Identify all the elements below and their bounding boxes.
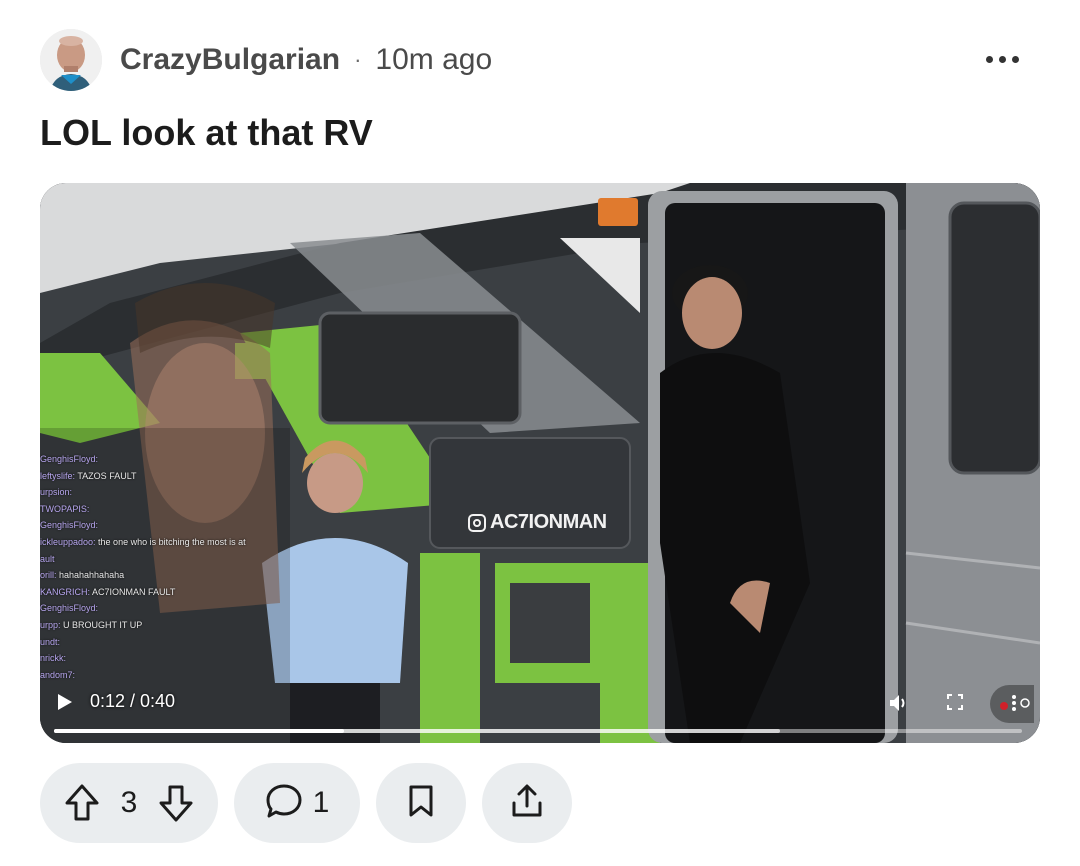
more-options-icon[interactable]	[982, 44, 1022, 74]
chat-text: TAZOS FAULT	[75, 470, 137, 481]
chat-message: ault	[40, 551, 290, 568]
stream-chat-overlay: GenghisFloyd: leftyslife: TAZOS FAULT urps…	[40, 451, 290, 683]
chat-message: urpp: U BROUGHT IT UP	[40, 617, 290, 634]
chat-message: undt:	[40, 634, 290, 651]
post-header: CrazyBulgarian · 10m ago	[40, 28, 1040, 92]
chat-username: ickleuppadoo:	[40, 536, 96, 547]
save-button[interactable]	[376, 763, 466, 843]
chat-username: GenghisFloyd:	[40, 603, 99, 614]
arrow-down-icon[interactable]	[158, 783, 194, 823]
fullscreen-icon[interactable]	[946, 693, 964, 716]
chat-message: KANGRICH: AC7IONMAN FAULT	[40, 584, 290, 601]
chat-message: leftyslife: TAZOS FAULT	[40, 468, 290, 485]
post-card: CrazyBulgarian · 10m ago LOL look at tha…	[0, 0, 1080, 866]
video-controls: 0:12 / 0:40	[40, 681, 1040, 743]
watermark-text: AC7IONMAN	[490, 511, 607, 533]
vote-group: 3	[40, 763, 218, 843]
chat-username: nrickk:	[40, 653, 67, 664]
post-title: LOL look at that RV	[40, 112, 373, 153]
post-actions: 3 1	[40, 763, 572, 843]
video-player[interactable]: GenghisFloyd: leftyslife: TAZOS FAULT urps…	[40, 183, 1040, 743]
video-settings-icon[interactable]	[990, 685, 1034, 723]
chat-username: KANGRICH:	[40, 586, 91, 597]
play-icon[interactable]	[58, 694, 74, 712]
scrubber-progress	[54, 729, 345, 733]
meta-separator: ·	[354, 47, 362, 72]
chat-message: GenghisFloyd:	[40, 451, 290, 468]
comment-bubble-icon	[265, 783, 303, 824]
chat-username: ault	[40, 553, 55, 564]
chat-message: ickleuppadoo: the one who is bitching th…	[40, 534, 290, 551]
chat-text: AC7IONMAN FAULT	[90, 586, 176, 597]
chat-username: andom7:	[40, 669, 76, 680]
share-button[interactable]	[482, 763, 572, 843]
volume-icon[interactable]	[888, 693, 910, 718]
chat-message: urpsion:	[40, 484, 290, 501]
chat-text: the one who is bitching the most is at	[95, 536, 246, 547]
chat-username: orill:	[40, 570, 57, 581]
bookmark-icon	[407, 784, 435, 823]
arrow-up-icon[interactable]	[64, 783, 100, 823]
chat-message: GenghisFloyd:	[40, 517, 290, 534]
chat-message: nrickk:	[40, 650, 290, 667]
chat-message: GenghisFloyd:	[40, 600, 290, 617]
chat-text: U BROUGHT IT UP	[60, 619, 143, 630]
chat-message: TWOPAPIS:	[40, 501, 290, 518]
chat-username: urpp:	[40, 619, 61, 630]
chat-username: urpsion:	[40, 487, 73, 498]
chat-username: leftyslife:	[40, 470, 76, 481]
upvote-count: 3	[120, 786, 138, 819]
video-timecode: 0:12 / 0:40	[90, 691, 176, 711]
chat-username: GenghisFloyd:	[40, 520, 99, 531]
share-icon	[510, 783, 544, 824]
comment-button[interactable]: 1	[234, 763, 360, 843]
chat-username: GenghisFloyd:	[40, 454, 99, 464]
author-name[interactable]: CrazyBulgarian	[120, 43, 340, 77]
comment-count: 1	[312, 786, 330, 819]
video-watermark: AC7IONMAN	[468, 511, 607, 534]
author-avatar[interactable]	[40, 29, 102, 91]
chat-username: undt:	[40, 636, 61, 647]
video-scrubber[interactable]	[54, 729, 1022, 733]
chat-message: orill: hahahahhahaha	[40, 567, 290, 584]
post-time: 10m ago	[375, 43, 493, 76]
chat-username: TWOPAPIS:	[40, 503, 90, 514]
instagram-icon	[468, 513, 486, 532]
chat-text: hahahahhahaha	[56, 570, 125, 581]
